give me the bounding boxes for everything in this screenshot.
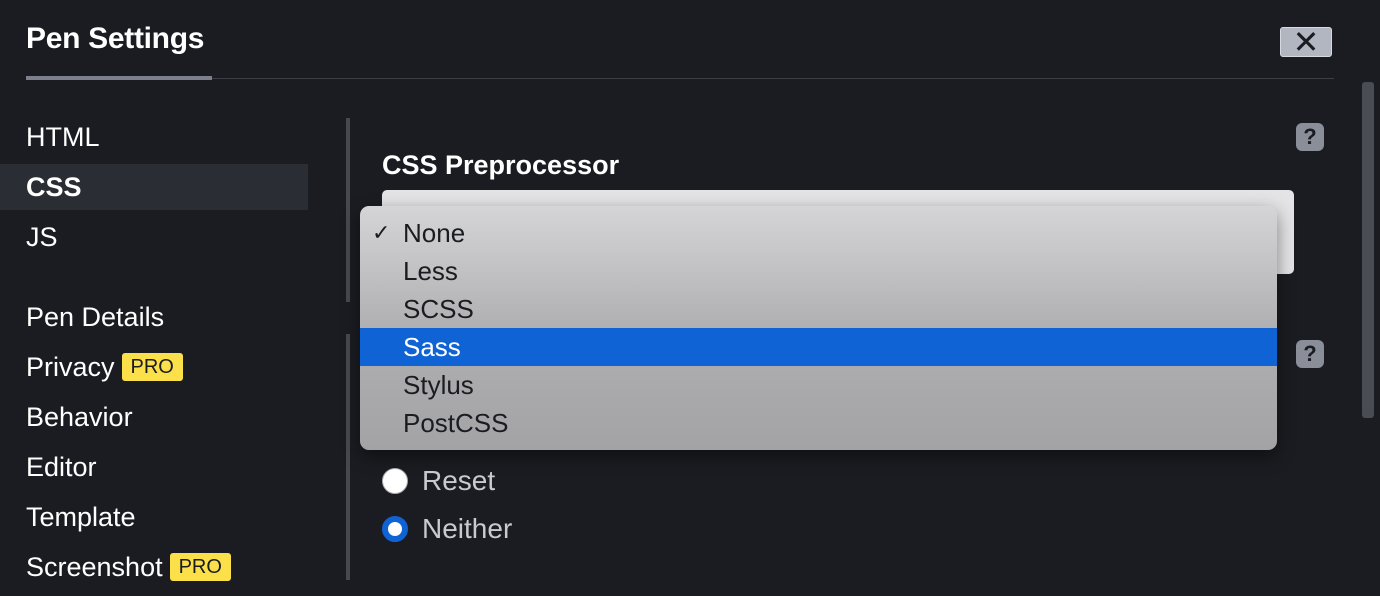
sidebar-item-privacy[interactable]: Privacy PRO — [0, 344, 308, 390]
sidebar-item-html[interactable]: HTML — [0, 114, 308, 160]
option-stylus[interactable]: Stylus — [360, 366, 1277, 404]
sidebar-item-css[interactable]: CSS — [0, 164, 308, 210]
radio-label: Reset — [422, 465, 496, 496]
modal-title: Pen Settings — [26, 22, 205, 55]
sidebar-item-js[interactable]: JS — [0, 214, 308, 260]
close-icon: ✕ — [1292, 24, 1320, 60]
option-label: Sass — [403, 331, 461, 362]
modal-header: Pen Settings ✕ — [0, 0, 1380, 82]
option-postcss[interactable]: PostCSS — [360, 404, 1277, 442]
radio-neither[interactable]: Neither — [382, 513, 512, 545]
pro-badge: PRO — [169, 553, 231, 581]
option-none[interactable]: ✓ None — [360, 214, 1277, 252]
section-divider — [346, 118, 350, 302]
sidebar-item-template[interactable]: Template — [0, 494, 308, 540]
option-label: Less — [403, 255, 458, 286]
sidebar-item-label: Template — [26, 501, 136, 532]
option-label: None — [403, 217, 466, 248]
radio-reset[interactable]: Reset — [382, 465, 495, 497]
sidebar-item-label: CSS — [26, 171, 82, 202]
sidebar-item-screenshot[interactable]: Screenshot PRO — [0, 544, 308, 590]
header-divider — [26, 78, 1334, 79]
option-label: SCSS — [403, 293, 474, 324]
sidebar-item-label: Privacy — [26, 351, 115, 382]
preprocessor-dropdown-menu: ✓ None Less SCSS Sass Stylus PostCSS — [360, 206, 1277, 450]
option-sass[interactable]: Sass — [360, 328, 1277, 366]
title-underline — [26, 76, 212, 80]
help-icon[interactable]: ? — [1296, 340, 1324, 368]
radio-button[interactable] — [382, 468, 408, 494]
option-label: PostCSS — [403, 407, 509, 438]
option-label: Stylus — [403, 369, 474, 400]
sidebar-item-label: HTML — [26, 121, 100, 152]
sidebar-item-label: JS — [26, 221, 58, 252]
pro-badge: PRO — [121, 353, 183, 381]
radio-button[interactable] — [382, 516, 408, 542]
sidebar-item-label: Editor — [26, 451, 97, 482]
section-divider — [346, 334, 350, 580]
checkmark-icon: ✓ — [372, 220, 391, 245]
sidebar-item-label: Screenshot — [26, 551, 163, 582]
option-less[interactable]: Less — [360, 252, 1277, 290]
radio-label: Neither — [422, 513, 513, 544]
sidebar-item-pen-details[interactable]: Pen Details — [0, 294, 308, 340]
help-icon[interactable]: ? — [1296, 123, 1324, 151]
sidebar-item-editor[interactable]: Editor — [0, 444, 308, 490]
close-button[interactable]: ✕ — [1280, 24, 1332, 60]
scrollbar[interactable] — [1362, 82, 1374, 418]
sidebar-item-label: Pen Details — [26, 301, 165, 332]
option-scss[interactable]: SCSS — [360, 290, 1277, 328]
sidebar-item-label: Behavior — [26, 401, 133, 432]
css-preprocessor-label: CSS Preprocessor — [382, 150, 620, 180]
sidebar-item-behavior[interactable]: Behavior — [0, 394, 308, 440]
